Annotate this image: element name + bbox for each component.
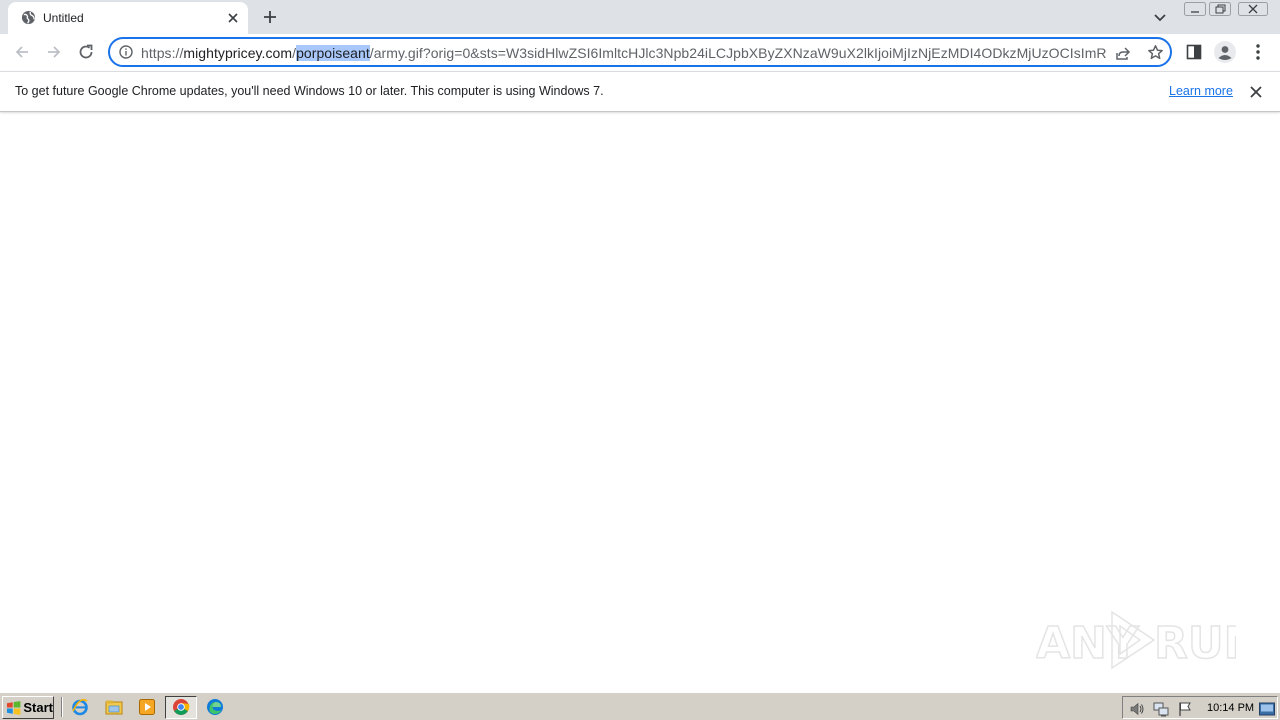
browser-toolbar: https://mightypricey.com/porpoiseant/arm… — [0, 34, 1280, 71]
taskbar: Start 10:14 PM — [0, 692, 1280, 720]
url-host: mightypricey.com — [183, 45, 293, 61]
ie-icon[interactable] — [71, 698, 89, 716]
tab-strip: Untitled — [0, 0, 1280, 34]
edge-icon[interactable] — [206, 698, 224, 716]
globe-icon — [21, 10, 36, 25]
minimize-icon[interactable] — [1184, 2, 1206, 16]
windows-logo-icon — [6, 700, 21, 715]
url-selected-segment: porpoiseant — [296, 45, 370, 61]
update-infobar: To get future Google Chrome updates, you… — [0, 71, 1280, 112]
tab-close-icon[interactable] — [225, 10, 241, 26]
clock[interactable]: 10:14 PM — [1207, 702, 1254, 714]
show-desktop-icon[interactable] — [1259, 701, 1275, 717]
window-close-icon[interactable] — [1238, 2, 1268, 16]
start-button[interactable]: Start — [2, 696, 54, 719]
start-label: Start — [23, 700, 53, 715]
volume-icon[interactable] — [1129, 701, 1145, 717]
watermark-text-left: ANY — [1036, 618, 1140, 669]
address-bar[interactable]: https://mightypricey.com/porpoiseant/arm… — [108, 37, 1172, 67]
chrome-icon[interactable] — [172, 698, 190, 716]
system-tray: 10:14 PM — [1122, 696, 1278, 719]
restore-icon[interactable] — [1209, 2, 1231, 16]
flag-icon[interactable] — [1177, 701, 1193, 717]
side-panel-icon[interactable] — [1186, 44, 1202, 60]
url-text[interactable]: https://mightypricey.com/porpoiseant/arm… — [141, 45, 1107, 63]
media-player-icon[interactable] — [138, 698, 156, 716]
profile-icon[interactable] — [1214, 41, 1236, 63]
forward-icon[interactable] — [45, 43, 63, 61]
explorer-icon[interactable] — [105, 698, 123, 716]
network-icon[interactable] — [1153, 701, 1169, 717]
watermark-text-right: RUN — [1154, 618, 1236, 669]
share-icon[interactable] — [1115, 45, 1131, 61]
new-tab-icon[interactable] — [261, 8, 279, 26]
infobar-close-icon[interactable] — [1249, 85, 1263, 99]
taskbar-separator — [61, 697, 63, 717]
url-scheme: https:// — [141, 45, 184, 61]
screen: Untitled https://mightypricey.com/porpoi… — [0, 0, 1280, 720]
star-icon[interactable] — [1147, 44, 1164, 61]
infobar-message: To get future Google Chrome updates, you… — [15, 84, 604, 98]
tab-title: Untitled — [43, 11, 84, 25]
tab-untitled[interactable]: Untitled — [8, 2, 248, 34]
anyrun-watermark: ANY RUN — [1036, 610, 1236, 670]
reload-icon[interactable] — [77, 43, 95, 61]
learn-more-link[interactable]: Learn more — [1169, 84, 1233, 98]
url-path-after: /army.gif?orig=0&sts=W3sidHlwZSI6ImltcHJ… — [369, 45, 1107, 61]
menu-icon[interactable] — [1252, 43, 1264, 61]
tab-search-chevron-icon[interactable] — [1152, 9, 1168, 25]
info-icon[interactable] — [119, 45, 133, 59]
back-icon[interactable] — [13, 43, 31, 61]
